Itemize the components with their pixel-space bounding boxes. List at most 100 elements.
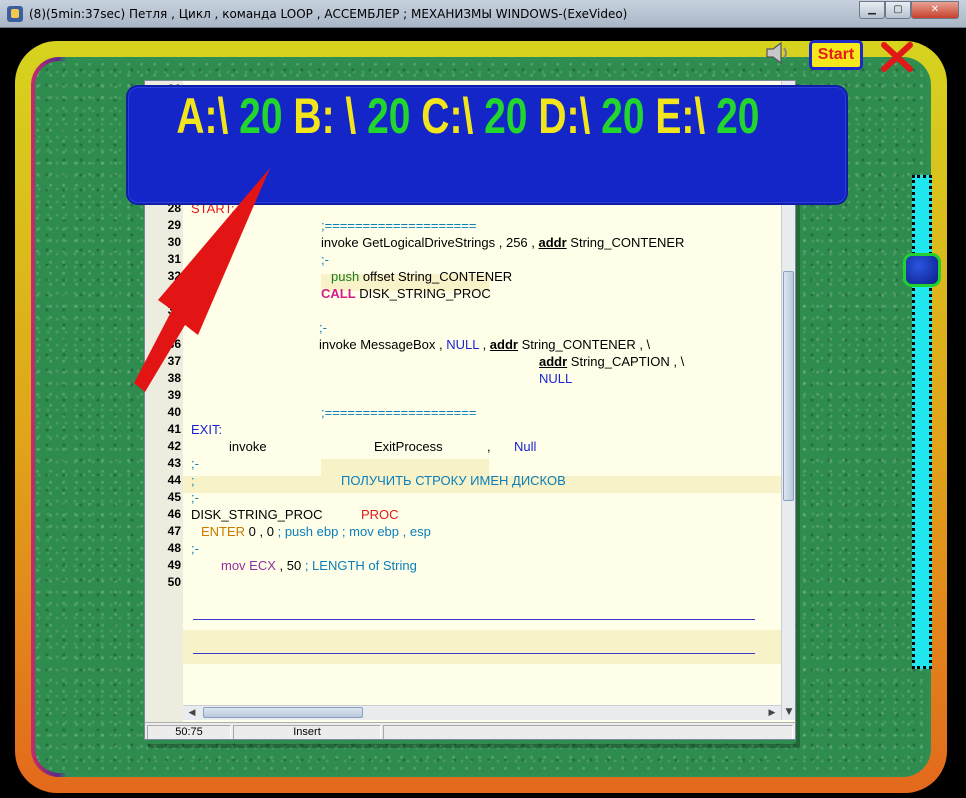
volume-slider-thumb[interactable] xyxy=(903,253,941,287)
code-text: ;- xyxy=(321,251,329,268)
cursor-position: 50:75 xyxy=(147,725,231,739)
close-button[interactable]: ✕ xyxy=(911,1,959,19)
code-token: DISK_STRING_PROC xyxy=(355,286,491,301)
window-title: (8)(5min:37sec) Петля , Цикл , команда L… xyxy=(29,7,628,21)
code-token: 0 , 0 xyxy=(245,524,274,539)
line-number: 42 xyxy=(167,439,181,453)
drive-list-text: A:\ 20 B: \ 20 C:\ 20 D:\ 20 E:\ 20 xyxy=(128,87,759,203)
code-line: 46 DISK_STRING_PROC PROC xyxy=(145,506,777,523)
code-token: NULL xyxy=(539,371,573,386)
maximize-button[interactable]: ▢ xyxy=(885,1,911,19)
scroll-right-arrow-icon[interactable]: ▶ xyxy=(765,706,779,720)
code-token: , xyxy=(478,337,490,352)
code-token: ; xyxy=(191,473,195,488)
code-line: 31 ;- xyxy=(145,251,777,268)
code-line: 40 ;==================== xyxy=(145,404,777,421)
code-token: ECX xyxy=(245,558,276,573)
drive-letter: E:\ xyxy=(655,88,717,144)
line-number: 43 xyxy=(167,456,181,470)
line-number: 30 xyxy=(167,235,181,249)
code-text: ;==================== xyxy=(321,217,476,234)
video-stage: Start 21.DATA22String_CAPTIONdb"ВСЕ ДИСК… xyxy=(0,28,966,798)
line-number: 48 xyxy=(167,541,181,555)
line-number: 44 xyxy=(167,473,181,487)
code-text: ;- xyxy=(319,319,327,336)
code-line: 33 CALL DISK_STRING_PROC xyxy=(145,285,777,302)
code-token: , 50 xyxy=(275,558,302,573)
red-x-icon[interactable] xyxy=(880,42,914,72)
edit-mode: Insert xyxy=(233,725,381,739)
line-number: 45 xyxy=(167,490,181,504)
code-line: 48 ;- xyxy=(145,540,777,557)
vertical-scroll-thumb[interactable] xyxy=(783,271,794,501)
code-text: addr String_CAPTION , \ xyxy=(539,353,684,370)
line-number: 46 xyxy=(167,507,181,521)
horizontal-scroll-thumb[interactable] xyxy=(203,707,363,718)
minimize-button[interactable]: ▁ xyxy=(859,1,885,19)
line-number: 39 xyxy=(167,388,181,402)
drive-value: 20 xyxy=(367,88,422,144)
code-text: invoke GetLogicalDriveStrings , 256 , ad… xyxy=(321,234,684,251)
line-number: 50 xyxy=(167,575,181,589)
code-line: 43 ;- xyxy=(145,455,777,472)
app-icon xyxy=(7,6,23,22)
line-number: 34 xyxy=(167,303,181,317)
code-line: 37 addr String_CAPTION , \ xyxy=(145,353,777,370)
line-number: 31 xyxy=(167,252,181,266)
code-line: 30 invoke GetLogicalDriveStrings , 256 , … xyxy=(145,234,777,251)
code-line: 49 mov ECX , 50 ; LENGTH of String xyxy=(145,557,777,574)
code-text: ;- xyxy=(191,455,199,472)
drive-letter: C:\ xyxy=(421,88,485,144)
code-line: 32 push offset String_CONTENER xyxy=(145,268,777,285)
code-text: CALL DISK_STRING_PROC xyxy=(321,285,491,302)
scroll-down-arrow-icon[interactable]: ▼ xyxy=(782,705,795,719)
code-line: 29 ;==================== xyxy=(145,217,777,234)
line-number: 35 xyxy=(167,320,181,334)
code-line: 45 ;- xyxy=(145,489,777,506)
drive-letter: A:\ xyxy=(176,88,240,144)
code-token: ;==================== xyxy=(321,218,477,233)
code-token: addr xyxy=(489,337,518,352)
code-line: 42 invoke ExitProcess, Null xyxy=(145,438,777,455)
code-text: push offset String_CONTENER xyxy=(331,268,512,285)
code-token: push xyxy=(331,269,360,284)
status-empty xyxy=(383,725,793,739)
line-number: 49 xyxy=(167,558,181,572)
code-token: ; push ebp ; mov ebp , esp xyxy=(273,524,431,539)
code-token: ;- xyxy=(319,320,327,335)
code-token: , 256 , xyxy=(495,235,539,250)
code-token: ENTER xyxy=(201,524,246,539)
line-number: 41 xyxy=(167,422,181,436)
code-token: NULL xyxy=(442,337,479,352)
code-line: 39 xyxy=(145,387,777,404)
drive-letter: B: \ xyxy=(293,88,368,144)
code-line: 44; ПОЛУЧИТЬ СТРОКУ ИМЕН ДИСКОВ xyxy=(145,472,777,489)
code-text: ;==================== xyxy=(321,404,476,421)
code-token: invoke GetLogicalDriveStrings xyxy=(321,235,496,250)
code-text: ENTER 0 , 0 ; push ebp ; mov ebp , esp xyxy=(201,523,431,540)
code-text: ;- xyxy=(191,540,199,557)
speaker-icon[interactable] xyxy=(764,40,792,66)
code-token: Null xyxy=(514,439,537,454)
code-token: ; LENGTH of String xyxy=(301,558,417,573)
code-token: mov xyxy=(221,558,246,573)
start-button[interactable]: Start xyxy=(809,40,863,70)
volume-slider-track[interactable] xyxy=(912,175,932,669)
code-token: offset xyxy=(359,269,395,284)
drive-value: 20 xyxy=(716,88,760,144)
line-number: 33 xyxy=(167,286,181,300)
code-line: 50 xyxy=(145,574,777,591)
code-token: ;- xyxy=(191,490,199,505)
code-token: EXIT: xyxy=(191,422,223,437)
line-number: 36 xyxy=(167,337,181,351)
drive-value: 20 xyxy=(484,88,539,144)
code-token: , xyxy=(487,439,491,454)
code-text: invoke MessageBox , NULL , addr String_C… xyxy=(319,336,650,353)
code-text: NULL xyxy=(539,370,572,387)
code-token: String_CONTENER xyxy=(566,235,685,250)
code-token: addr xyxy=(538,235,567,250)
code-line: 34 xyxy=(145,302,777,319)
scroll-left-arrow-icon[interactable]: ◀ xyxy=(185,706,199,720)
drive-value: 20 xyxy=(601,88,656,144)
code-token: ;- xyxy=(191,456,199,471)
